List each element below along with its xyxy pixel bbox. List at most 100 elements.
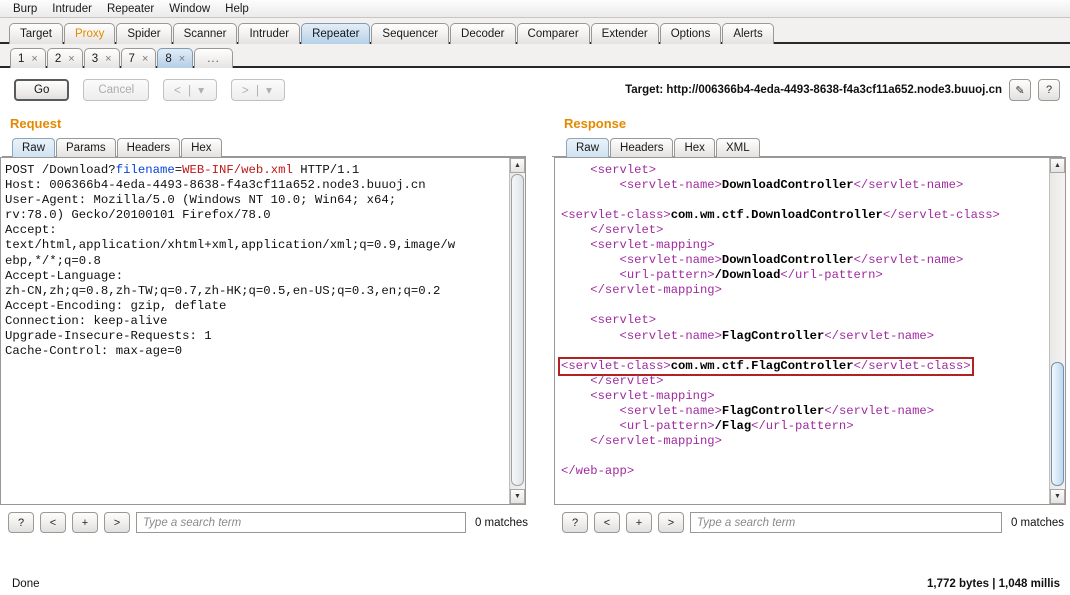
request-response-panels: Request Raw Params Headers Hex POST /Dow… — [0, 112, 1070, 542]
search-next-button[interactable]: > — [104, 512, 130, 533]
response-line-1: <servlet-name>DownloadController</servle… — [561, 178, 964, 192]
tab-spider[interactable]: Spider — [116, 23, 172, 44]
scroll-up-icon[interactable]: ▲ — [510, 158, 525, 173]
repeater-tab-add[interactable]: ... — [194, 48, 233, 68]
tab-decoder[interactable]: Decoder — [450, 23, 516, 44]
response-scrollbar[interactable]: ▲ ▼ — [1049, 158, 1065, 504]
search-add-button[interactable]: + — [72, 512, 98, 533]
close-icon[interactable]: × — [68, 53, 74, 64]
close-icon[interactable]: × — [105, 53, 111, 64]
repeater-tab-1[interactable]: 1 × — [10, 48, 46, 68]
xml-value: /Download — [714, 268, 781, 283]
request-line-10: Connection: keep-alive — [5, 313, 168, 328]
search-prev-button[interactable]: < — [594, 512, 620, 533]
close-icon[interactable]: × — [142, 53, 148, 64]
tab-alerts[interactable]: Alerts — [722, 23, 774, 44]
tab-sequencer[interactable]: Sequencer — [371, 23, 450, 44]
scroll-down-icon[interactable]: ▼ — [510, 489, 525, 504]
response-tab-raw[interactable]: Raw — [566, 138, 610, 157]
repeater-tab-bar: 1 × 2 × 3 × 7 × 8 × ... — [0, 44, 1070, 68]
repeater-tab-label: 8 — [165, 52, 172, 65]
response-line-16: <servlet-name>FlagController</servlet-na… — [561, 404, 935, 418]
request-line-3: rv:78.0) Gecko/20100101 Firefox/78.0 — [5, 208, 271, 223]
request-param-value: WEB-INF/web.xml — [182, 163, 293, 177]
tab-proxy[interactable]: Proxy — [63, 23, 116, 44]
repeater-tab-7[interactable]: 7 × — [120, 48, 157, 68]
request-title: Request — [10, 116, 62, 131]
xml-close-tag: </url-pattern> — [780, 268, 883, 283]
request-panel: Request Raw Params Headers Hex POST /Dow… — [0, 112, 534, 542]
xml-value: com.wm.ctf.DownloadController — [670, 208, 883, 223]
tab-intruder[interactable]: Intruder — [238, 23, 301, 44]
xml-open-tag: </servlet-mapping> — [590, 433, 722, 448]
request-tab-params[interactable]: Params — [56, 138, 116, 157]
request-tab-raw[interactable]: Raw — [12, 138, 56, 157]
response-editor[interactable]: <servlet> <servlet-name>DownloadControll… — [555, 158, 1049, 504]
menu-item-window[interactable]: Window — [162, 1, 217, 17]
response-tab-xml[interactable]: XML — [715, 138, 760, 157]
panel-divider[interactable] — [534, 112, 550, 542]
forward-button[interactable]: > | ▾ — [231, 79, 285, 101]
close-icon[interactable]: × — [31, 53, 37, 64]
pencil-icon[interactable]: ✎ — [1009, 79, 1031, 101]
back-button[interactable]: < | ▾ — [163, 79, 218, 101]
response-line-4: </servlet> — [561, 223, 663, 237]
response-search-input[interactable]: Type a search term — [690, 512, 1002, 533]
search-add-button[interactable]: + — [626, 512, 652, 533]
request-line-8: zh-CN,zh;q=0.8,zh-TW;q=0.7,zh-HK;q=0.5,e… — [5, 283, 441, 298]
scrollbar-thumb[interactable] — [1051, 362, 1064, 486]
xml-open-tag: <servlet> — [590, 313, 657, 328]
tab-options[interactable]: Options — [659, 23, 722, 44]
search-next-button[interactable]: > — [658, 512, 684, 533]
tab-extender[interactable]: Extender — [590, 23, 659, 44]
search-help-button[interactable]: ? — [562, 512, 588, 533]
close-icon[interactable]: × — [179, 53, 185, 64]
menu-item-repeater[interactable]: Repeater — [100, 1, 161, 17]
search-help-button[interactable]: ? — [8, 512, 34, 533]
request-line-9: Accept-Encoding: gzip, deflate — [5, 298, 227, 313]
repeater-tab-3[interactable]: 3 × — [83, 48, 120, 68]
repeater-tab-2[interactable]: 2 × — [46, 48, 83, 68]
xml-open-tag: <servlet> — [590, 163, 657, 177]
tab-scanner[interactable]: Scanner — [172, 23, 238, 44]
xml-open-tag: </web-app> — [561, 463, 635, 478]
tab-target[interactable]: Target — [9, 23, 63, 44]
cancel-button[interactable]: Cancel — [83, 79, 150, 101]
xml-open-tag: </servlet> — [590, 223, 664, 238]
response-editor-wrap: <servlet> <servlet-name>DownloadControll… — [554, 157, 1066, 505]
tab-comparer[interactable]: Comparer — [516, 23, 590, 44]
response-search-row: ? < + > Type a search term 0 matches — [550, 505, 1070, 533]
repeater-tab-label: 3 — [91, 52, 99, 65]
response-line-3: <servlet-class>com.wm.ctf.DownloadContro… — [561, 208, 1000, 222]
repeater-tab-label: 1 — [18, 52, 25, 65]
response-tab-headers[interactable]: Headers — [610, 138, 674, 157]
request-tab-hex[interactable]: Hex — [181, 138, 222, 157]
request-search-input[interactable]: Type a search term — [136, 512, 466, 533]
response-tab-hex[interactable]: Hex — [674, 138, 715, 157]
menu-item-intruder[interactable]: Intruder — [45, 1, 99, 17]
repeater-tab-label: 2 — [54, 52, 62, 65]
xml-value: com.wm.ctf.FlagController — [670, 358, 854, 373]
help-icon[interactable]: ? — [1038, 79, 1060, 101]
request-tab-headers[interactable]: Headers — [116, 138, 181, 157]
repeater-tab-8[interactable]: 8 × — [157, 48, 194, 68]
scrollbar-thumb[interactable] — [511, 174, 524, 486]
repeater-tab-label: 7 — [128, 52, 135, 65]
menu-item-burp[interactable]: Burp — [6, 1, 44, 17]
menu-item-help[interactable]: Help — [218, 1, 256, 17]
search-prev-button[interactable]: < — [40, 512, 66, 533]
xml-close-tag: </servlet-name> — [824, 328, 935, 343]
scroll-up-icon[interactable]: ▲ — [1050, 158, 1065, 173]
highlighted-servlet-class: <servlet-class>com.wm.ctf.FlagController… — [558, 356, 974, 376]
tab-repeater[interactable]: Repeater — [301, 23, 371, 44]
go-button[interactable]: Go — [14, 79, 70, 101]
request-scrollbar[interactable]: ▲ ▼ — [509, 158, 525, 504]
request-editor[interactable]: POST /Download?filename=WEB-INF/web.xml … — [1, 158, 509, 504]
scroll-down-icon[interactable]: ▼ — [1050, 489, 1065, 504]
